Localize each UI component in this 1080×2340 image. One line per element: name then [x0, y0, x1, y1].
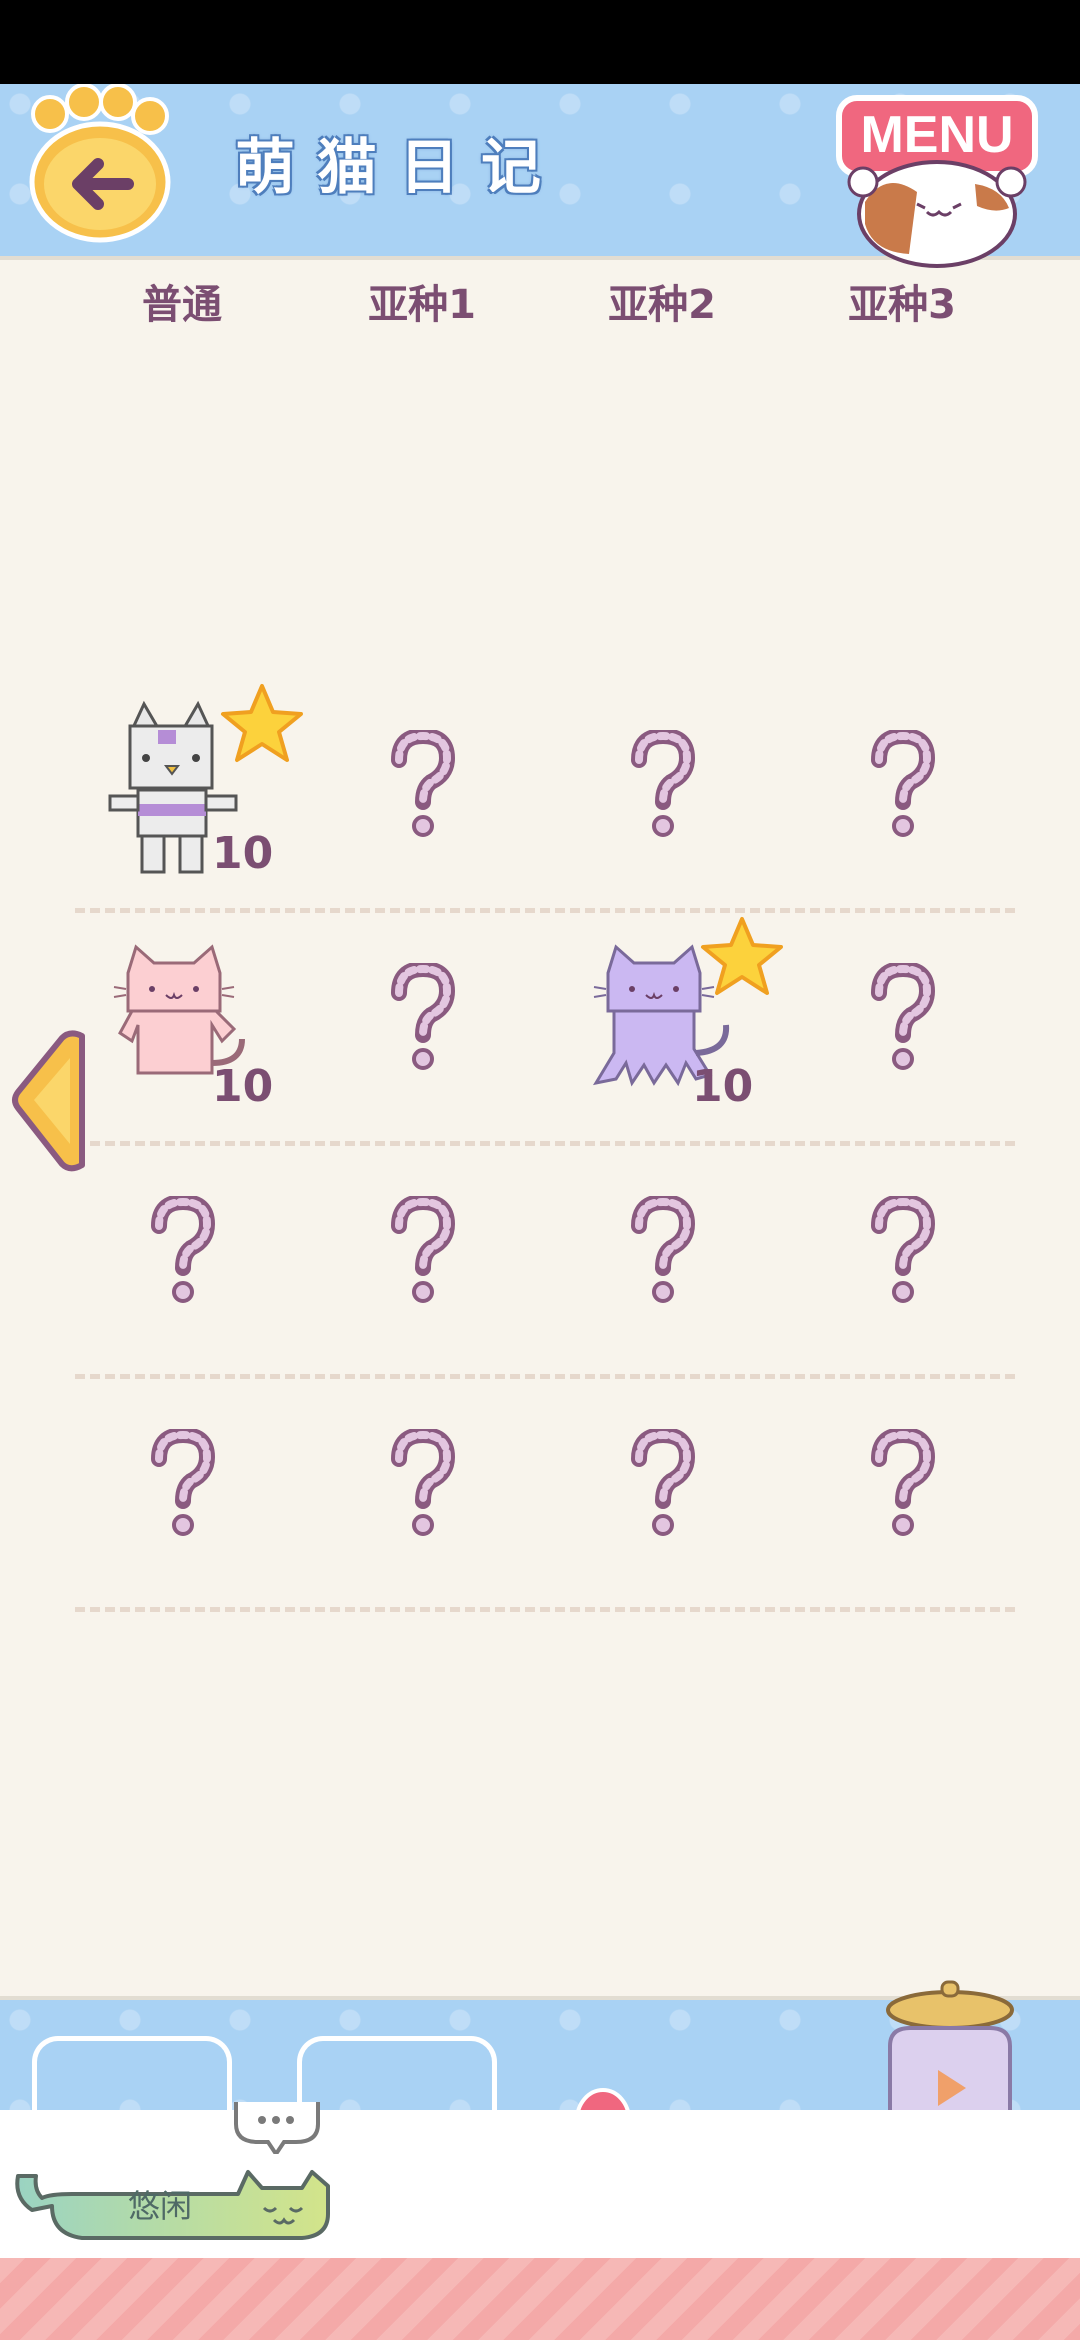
speech-bubble-icon — [234, 2102, 320, 2154]
question-mark-icon — [151, 1196, 216, 1303]
star-icon — [221, 684, 303, 762]
left-triangle-icon — [12, 1030, 85, 1172]
bottom-decoration — [0, 2258, 1080, 2340]
grid-row-3 — [0, 1146, 1080, 1379]
back-button[interactable] — [18, 84, 178, 244]
unknown-cat-cell[interactable] — [322, 1379, 522, 1589]
question-mark-icon — [631, 1196, 696, 1303]
unknown-cat-cell[interactable] — [82, 1146, 282, 1356]
cat-cell-purple-octo[interactable]: 10 — [562, 913, 783, 1123]
treat-jar-button[interactable] — [870, 1976, 1030, 2116]
question-mark-icon — [631, 730, 696, 837]
column-normal[interactable]: 普通 — [82, 270, 282, 340]
unknown-cat-cell[interactable] — [802, 680, 1002, 890]
column-headers: 普通 亚种1 亚种2 亚种3 — [0, 270, 1080, 340]
question-mark-icon — [391, 1196, 456, 1303]
unknown-cat-cell[interactable] — [802, 913, 1002, 1123]
cat-count: 10 — [692, 1061, 754, 1112]
unknown-cat-cell[interactable] — [322, 1146, 522, 1356]
page-title: 萌猫日记 — [235, 133, 563, 203]
menu-label: MENU — [860, 106, 1014, 164]
row-divider — [75, 1607, 1015, 1612]
unknown-cat-cell[interactable] — [322, 913, 522, 1123]
idle-status-label: 悠闲 — [127, 2187, 192, 2225]
unknown-cat-cell[interactable] — [802, 1379, 1002, 1589]
back-arrow-icon — [29, 84, 171, 243]
question-mark-icon — [871, 963, 936, 1070]
cat-cell-pink[interactable]: 10 — [82, 913, 282, 1123]
unknown-cat-cell[interactable] — [802, 1146, 1002, 1356]
grid-row-2: 10 10 — [0, 913, 1080, 1146]
cat-cell-robot[interactable]: 10 — [82, 680, 303, 890]
unknown-cat-cell[interactable] — [322, 680, 522, 890]
unknown-cat-cell[interactable] — [562, 1379, 762, 1589]
question-mark-icon — [391, 1429, 456, 1536]
star-icon — [701, 917, 783, 995]
question-mark-icon — [151, 1429, 216, 1536]
previous-page-button[interactable] — [10, 1028, 90, 1173]
question-mark-icon — [871, 730, 936, 837]
idle-cat-status[interactable]: 悠闲 — [12, 2158, 332, 2248]
question-mark-icon — [391, 963, 456, 1070]
cat-count: 10 — [212, 1061, 274, 1112]
column-subspecies-2[interactable]: 亚种2 — [562, 270, 762, 340]
question-mark-icon — [631, 1429, 696, 1536]
unknown-cat-cell[interactable] — [562, 1146, 762, 1356]
question-mark-icon — [391, 730, 456, 837]
status-bar — [0, 0, 1080, 84]
unknown-cat-cell[interactable] — [562, 680, 762, 890]
grid-row-4 — [0, 1379, 1080, 1612]
question-mark-icon — [871, 1429, 936, 1536]
grid-row-1: 10 — [0, 680, 1080, 913]
menu-button[interactable]: MENU — [825, 84, 1055, 274]
unknown-cat-cell[interactable] — [82, 1379, 282, 1589]
question-mark-icon — [871, 1196, 936, 1303]
jar-icon — [886, 1980, 1014, 2116]
cat-count: 10 — [212, 828, 274, 879]
column-subspecies-1[interactable]: 亚种1 — [322, 270, 522, 340]
column-subspecies-3[interactable]: 亚种3 — [802, 270, 1002, 340]
